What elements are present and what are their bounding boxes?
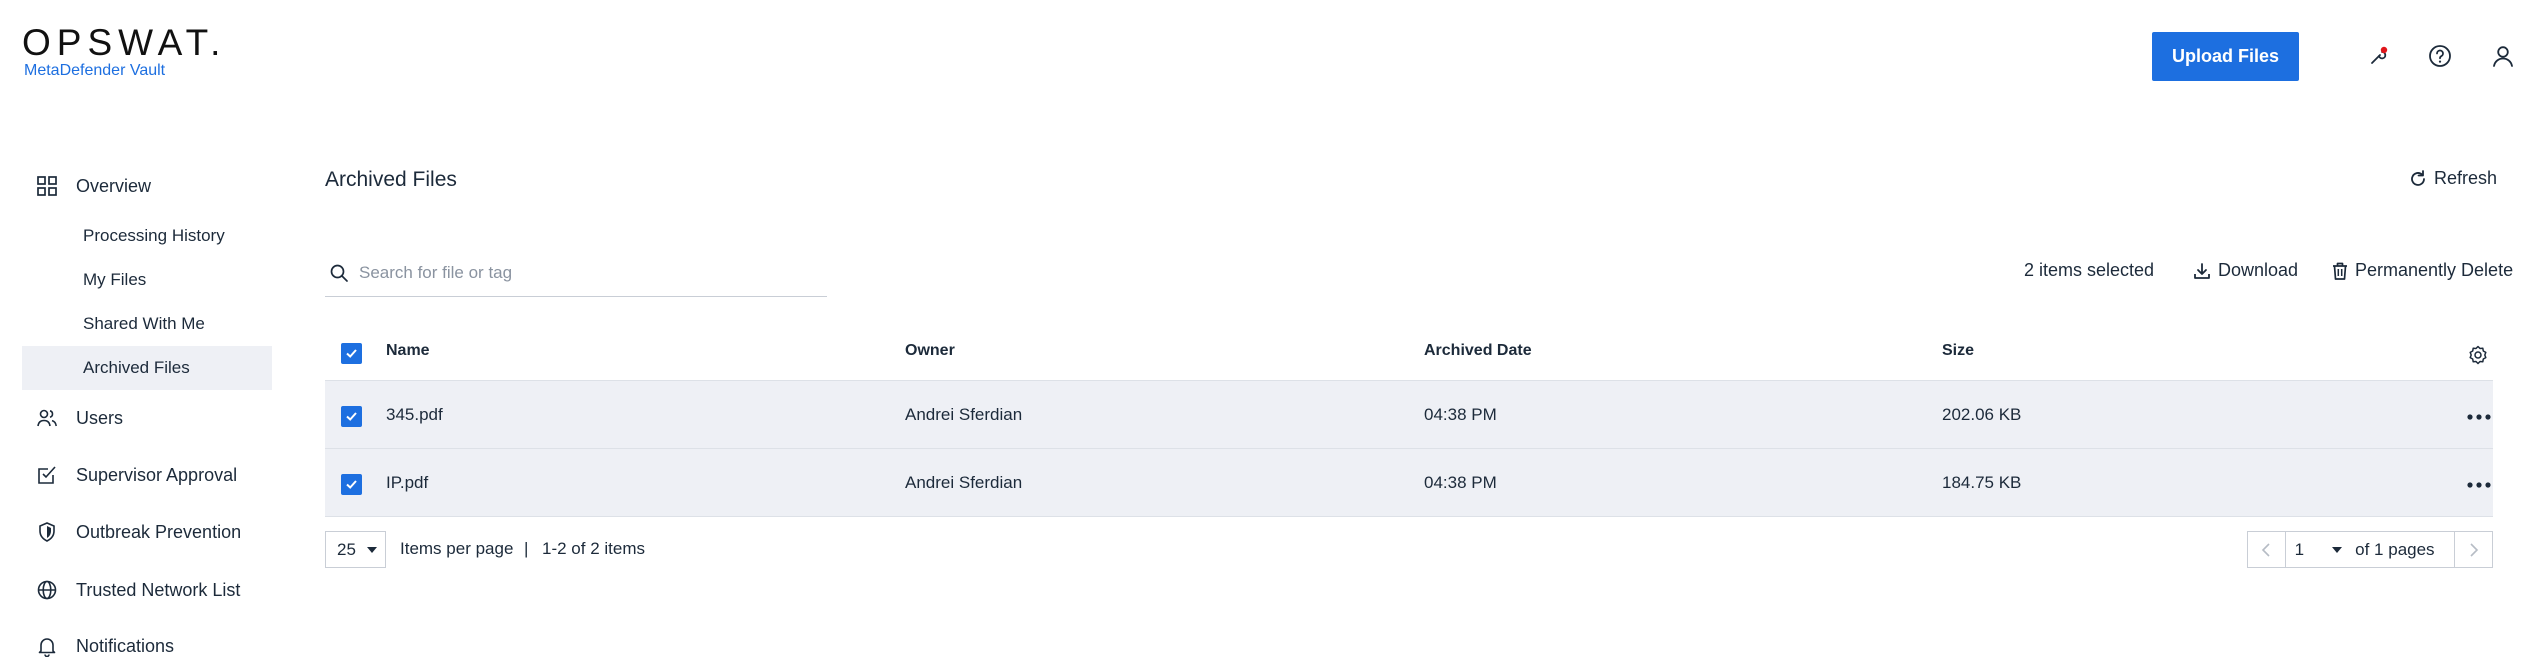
row-checkbox[interactable] bbox=[341, 474, 362, 495]
prev-page-button[interactable] bbox=[2248, 532, 2285, 567]
sidebar-item-shared-with-me[interactable]: Shared With Me bbox=[22, 302, 272, 346]
sidebar-item-supervisor-approval[interactable]: Supervisor Approval bbox=[22, 453, 272, 497]
refresh-button[interactable]: Refresh bbox=[2408, 168, 2497, 189]
sidebar-item-label: Trusted Network List bbox=[76, 579, 241, 600]
items-range: 1-2 of 2 items bbox=[542, 539, 645, 558]
sidebar-item-label: Supervisor Approval bbox=[76, 464, 238, 485]
next-page-button[interactable] bbox=[2455, 532, 2492, 567]
sidebar-item-notifications[interactable]: Notifications bbox=[22, 624, 272, 668]
product-name: MetaDefender Vault bbox=[24, 62, 166, 79]
search-input[interactable] bbox=[357, 262, 801, 284]
chevron-down-icon bbox=[2331, 546, 2343, 554]
refresh-label: Refresh bbox=[2434, 168, 2498, 188]
sidebar-item-my-files[interactable]: My Files bbox=[22, 258, 272, 302]
sidebar-item-label: Users bbox=[76, 407, 124, 428]
permanently-delete-button[interactable]: Permanently Delete bbox=[2331, 260, 2513, 281]
table-header bbox=[325, 330, 2493, 381]
sidebar-item-label: Archived Files bbox=[83, 358, 190, 377]
column-header-archived-date[interactable]: Archived Date bbox=[1424, 342, 1532, 360]
items-per-page-label: Items per page bbox=[400, 539, 514, 558]
help-icon[interactable] bbox=[2424, 40, 2456, 72]
sidebar-item-processing-history[interactable]: Processing History bbox=[22, 214, 272, 258]
sidebar-item-label: Shared With Me bbox=[83, 314, 205, 333]
globe-icon bbox=[32, 575, 62, 605]
selected-count: 2 items selected bbox=[2024, 260, 2155, 280]
archived-date: 04:38 PM bbox=[1424, 405, 1497, 424]
permanently-delete-label: Permanently Delete bbox=[2355, 260, 2514, 280]
column-header-name[interactable]: Name bbox=[386, 342, 430, 360]
bell-icon bbox=[32, 631, 62, 661]
sidebar-item-label: Processing History bbox=[83, 226, 225, 245]
file-size: 184.75 KB bbox=[1942, 473, 2022, 492]
wrench-icon[interactable] bbox=[2362, 40, 2394, 72]
sidebar-item-users[interactable]: Users bbox=[22, 396, 272, 440]
page-number: 1 bbox=[2294, 539, 2305, 559]
chevron-down-icon bbox=[366, 546, 378, 554]
sidebar-item-archived-files[interactable]: Archived Files bbox=[22, 346, 272, 390]
users-icon bbox=[32, 403, 62, 433]
notification-dot bbox=[2380, 46, 2388, 54]
sidebar-item-outbreak-prevention[interactable]: Outbreak Prevention bbox=[22, 510, 272, 554]
archived-date: 04:38 PM bbox=[1424, 473, 1497, 492]
download-label: Download bbox=[2218, 260, 2299, 280]
search-field[interactable] bbox=[325, 250, 827, 297]
gear-icon[interactable] bbox=[2467, 344, 2489, 366]
file-size: 202.06 KB bbox=[1942, 405, 2022, 424]
sidebar-item-label: Notifications bbox=[76, 635, 175, 656]
sidebar-item-label: My Files bbox=[83, 270, 147, 289]
user-icon[interactable] bbox=[2487, 40, 2519, 72]
pagination-separator: | bbox=[524, 539, 529, 558]
table-row[interactable] bbox=[325, 381, 2493, 449]
trash-icon bbox=[2331, 261, 2349, 281]
shield-icon bbox=[32, 517, 62, 547]
page-select[interactable]: 1 bbox=[2286, 532, 2345, 567]
file-name[interactable]: 345.pdf bbox=[386, 405, 443, 425]
file-owner: Andrei Sferdian bbox=[905, 405, 1023, 424]
grid-icon bbox=[32, 171, 62, 201]
column-header-owner[interactable]: Owner bbox=[905, 342, 955, 360]
file-owner: Andrei Sferdian bbox=[905, 473, 1023, 492]
sidebar-item-label: Overview bbox=[76, 175, 152, 196]
items-per-page-value: 25 bbox=[337, 539, 356, 559]
row-checkbox[interactable] bbox=[341, 406, 362, 427]
download-button[interactable]: Download bbox=[2192, 260, 2298, 281]
refresh-icon bbox=[2408, 169, 2428, 189]
sidebar-item-overview[interactable]: Overview bbox=[22, 164, 272, 208]
search-icon bbox=[329, 263, 349, 283]
upload-files-button[interactable]: Upload Files bbox=[2152, 32, 2299, 81]
download-icon bbox=[2192, 261, 2212, 281]
opswat-logo: OPSWAT. bbox=[22, 22, 227, 63]
page-title: Archived Files bbox=[325, 168, 457, 191]
approval-icon bbox=[32, 460, 62, 490]
table-row[interactable] bbox=[325, 449, 2493, 517]
items-per-page-select[interactable]: 25 bbox=[325, 531, 386, 568]
page-count: of 1 pages bbox=[2355, 539, 2435, 559]
more-actions-icon[interactable] bbox=[2464, 407, 2494, 427]
file-name[interactable]: IP.pdf bbox=[386, 473, 428, 493]
more-actions-icon[interactable] bbox=[2464, 475, 2494, 495]
select-all-checkbox[interactable] bbox=[341, 343, 362, 364]
sidebar-item-label: Outbreak Prevention bbox=[76, 521, 242, 542]
page-navigator: 1 of 1 pages bbox=[2247, 531, 2493, 568]
sidebar-item-trusted-network-list[interactable]: Trusted Network List bbox=[22, 568, 272, 612]
column-header-size[interactable]: Size bbox=[1942, 342, 1974, 360]
